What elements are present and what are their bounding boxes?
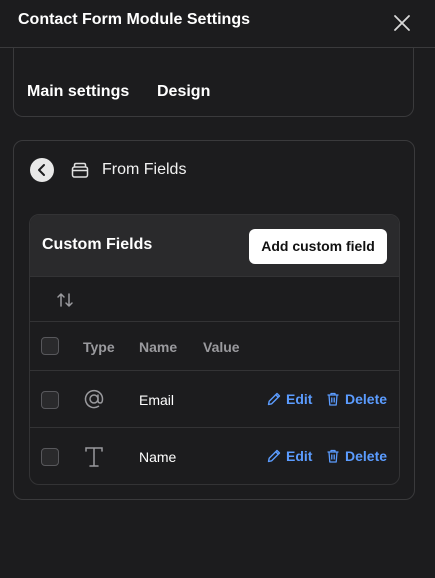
at-sign-icon — [84, 389, 104, 409]
select-all-checkbox[interactable] — [41, 337, 59, 355]
chevron-left-icon[interactable] — [30, 158, 54, 182]
pencil-icon[interactable] — [266, 391, 282, 407]
tab-design[interactable]: Design — [157, 83, 210, 101]
field-name: Name — [139, 449, 177, 465]
table-row: Name Edit Delete — [30, 428, 399, 484]
sort-row — [30, 277, 399, 322]
text-t-icon — [85, 447, 103, 467]
table-row: Email Edit Delete — [30, 371, 399, 428]
delete-label[interactable]: Delete — [345, 448, 387, 464]
edit-label[interactable]: Edit — [286, 448, 312, 464]
column-type: Type — [83, 339, 115, 355]
delete-label[interactable]: Delete — [345, 391, 387, 407]
tabs-bar: Main settings Design — [13, 48, 414, 117]
custom-fields-table: Custom Fields Add custom field Type Name… — [29, 214, 400, 485]
column-name: Name — [139, 339, 178, 355]
column-value: Value — [203, 339, 240, 355]
delete-button[interactable]: Delete — [325, 448, 387, 464]
tab-main-settings[interactable]: Main settings — [27, 83, 129, 101]
close-button[interactable] — [392, 13, 412, 33]
edit-button[interactable]: Edit — [266, 391, 312, 407]
edit-button[interactable]: Edit — [266, 448, 312, 464]
back-button[interactable] — [30, 158, 54, 182]
row-checkbox[interactable] — [41, 448, 59, 466]
delete-button[interactable]: Delete — [325, 391, 387, 407]
modal-header: Contact Form Module Settings — [0, 0, 435, 48]
pencil-icon[interactable] — [266, 448, 282, 464]
sort-arrows-icon[interactable] — [55, 290, 75, 310]
edit-label[interactable]: Edit — [286, 391, 312, 407]
field-name: Email — [139, 392, 175, 408]
table-header-row: Type Name Value — [30, 322, 399, 371]
close-icon[interactable] — [392, 13, 412, 33]
from-fields-panel: From Fields Custom Fields Add custom fie… — [13, 140, 415, 500]
trash-icon[interactable] — [325, 448, 341, 464]
custom-fields-header: Custom Fields Add custom field — [30, 215, 399, 277]
row-checkbox[interactable] — [41, 391, 59, 409]
custom-fields-title: Custom Fields — [42, 236, 153, 253]
trash-icon[interactable] — [325, 391, 341, 407]
stack-icon — [71, 162, 89, 178]
section-title: From Fields — [102, 161, 187, 178]
add-custom-field-button[interactable]: Add custom field — [249, 229, 387, 264]
page-title: Contact Form Module Settings — [18, 11, 250, 28]
